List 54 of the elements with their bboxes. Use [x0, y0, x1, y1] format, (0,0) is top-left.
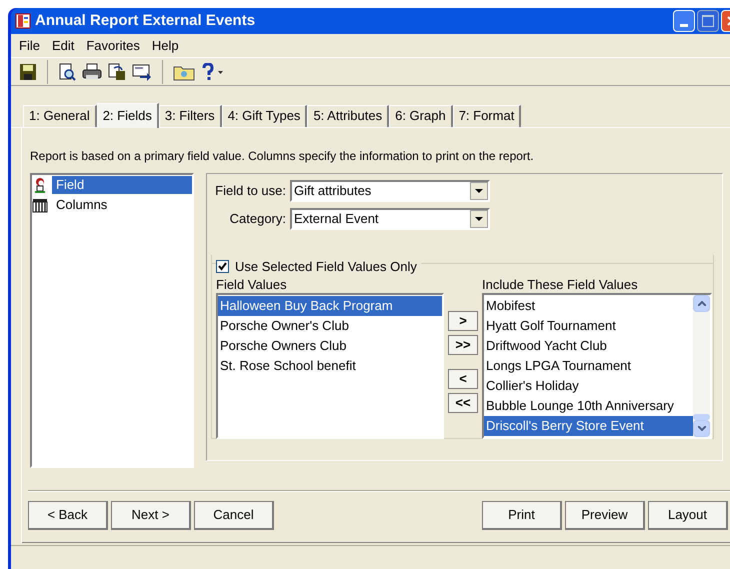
move-button[interactable]: >>: [448, 334, 478, 355]
window-title: Annual Report External Events: [35, 10, 256, 31]
description-text: Report is based on a primary field value. Columns specify the information to print on the report.: [29, 148, 535, 165]
list-item[interactable]: Porsche Owner's Club: [218, 316, 442, 336]
tab[interactable]: 2: Fields: [96, 103, 159, 128]
page-magnifier-icon[interactable]: [58, 62, 76, 80]
list-item[interactable]: Porsche Owners Club: [218, 336, 442, 356]
list-item[interactable]: Halloween Buy Back Program: [218, 296, 442, 316]
tab[interactable]: 4: Gift Types: [222, 105, 308, 127]
list-item[interactable]: Hyatt Golf Tournament: [484, 316, 693, 336]
action-button[interactable]: Layout: [648, 501, 728, 530]
save-icon[interactable]: [19, 62, 37, 80]
field-dropdown[interactable]: Gift attributes: [290, 180, 490, 202]
action-button[interactable]: Print: [482, 501, 562, 530]
maximize-button[interactable]: [697, 10, 719, 32]
nav-button[interactable]: Next >: [111, 501, 191, 530]
list-item[interactable]: Longs LPGA Tournament: [484, 356, 693, 376]
tree-item[interactable]: Field: [52, 176, 192, 194]
action-button[interactable]: Preview: [565, 501, 645, 530]
menu-item[interactable]: Help: [152, 36, 179, 56]
field-label: Field to use:: [214, 182, 286, 200]
envelope-arrow-icon[interactable]: [132, 62, 152, 80]
list-item[interactable]: Mobifest: [484, 296, 693, 316]
move-button[interactable]: >: [448, 310, 478, 331]
tab[interactable]: 5: Attributes: [307, 105, 390, 127]
move-button[interactable]: <: [448, 368, 478, 389]
menu-item[interactable]: Favorites: [86, 36, 140, 56]
report-book-icon: [15, 13, 31, 29]
printer-icon[interactable]: [82, 62, 102, 80]
menu-item[interactable]: Edit: [52, 36, 74, 56]
checkbox-label[interactable]: Use Selected Field Values Only: [235, 257, 417, 276]
checkbox[interactable]: [216, 260, 229, 274]
nav-button[interactable]: Cancel: [194, 501, 274, 530]
category-dropdown[interactable]: External Event: [290, 208, 490, 230]
document-disk-icon[interactable]: [108, 62, 126, 80]
tab[interactable]: 1: General: [23, 105, 97, 127]
list-item[interactable]: St. Rose School benefit: [218, 356, 442, 376]
list-label: Include These Field Values: [482, 276, 639, 293]
list-item[interactable]: Collier's Holiday: [484, 376, 693, 396]
list-label: Field Values: [216, 276, 288, 293]
list-item[interactable]: Driscoll's Berry Store Event: [484, 416, 693, 436]
list-item[interactable]: Driftwood Yacht Club: [484, 336, 693, 356]
tab[interactable]: 6: Graph: [389, 105, 453, 127]
tab[interactable]: 7: Format: [452, 105, 522, 127]
list-item[interactable]: Bubble Lounge 10th Anniversary: [484, 396, 693, 416]
move-button[interactable]: <<: [448, 392, 478, 413]
tab[interactable]: 3: Filters: [158, 105, 222, 127]
help-dropdown-icon[interactable]: [201, 62, 225, 80]
menu-item[interactable]: File: [19, 36, 40, 56]
tree-item[interactable]: Columns: [52, 196, 192, 214]
scroll-bar[interactable]: [693, 294, 710, 437]
field-label: Category:: [228, 210, 286, 228]
nav-button[interactable]: < Back: [28, 501, 108, 530]
minimize-button[interactable]: [673, 10, 695, 32]
